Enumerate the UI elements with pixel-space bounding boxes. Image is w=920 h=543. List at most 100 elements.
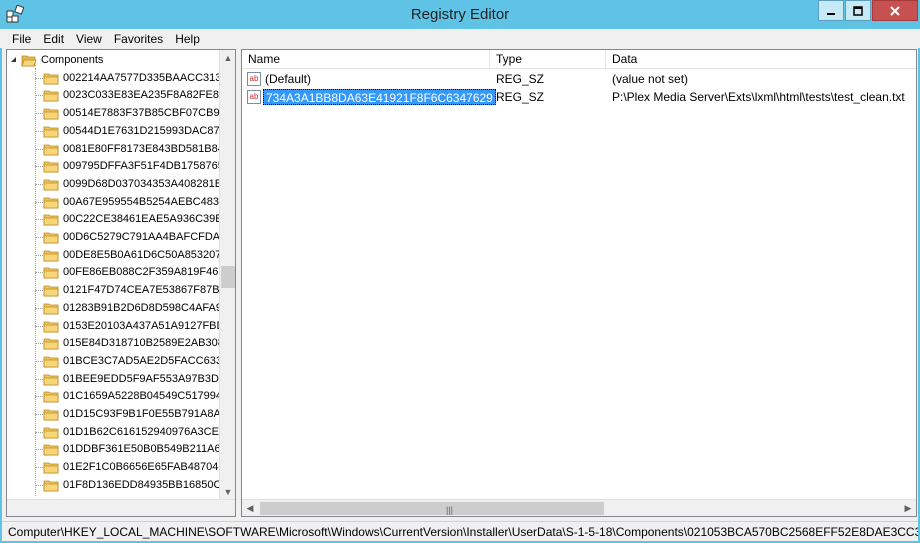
tree-item-label: 0023C033E83EA235F8A82FE8AF xyxy=(63,89,221,101)
tree-guide-line xyxy=(35,202,43,203)
menu-help[interactable]: Help xyxy=(169,32,206,46)
tree-guide-line xyxy=(35,78,43,79)
scroll-thumb[interactable]: ||| xyxy=(260,502,604,515)
tree-item-components[interactable]: Components xyxy=(7,52,221,69)
collapse-arrow-icon[interactable] xyxy=(9,55,18,64)
scroll-up-arrow-icon[interactable]: ▲ xyxy=(223,53,233,63)
menu-edit[interactable]: Edit xyxy=(37,32,70,46)
folder-icon xyxy=(43,179,59,191)
tree-item-label: 01C1659A5228B04549C5179940 xyxy=(63,390,221,402)
value-name: 734A3A1BB8DA63E41921F8F6C6347629 xyxy=(263,89,496,105)
tree-item[interactable]: 00D6C5279C791AA4BAFCFDAD xyxy=(7,229,221,246)
tree-guide-line xyxy=(35,343,43,344)
tree-item[interactable]: 00A67E959554B5254AEBC4832E xyxy=(7,194,221,211)
tree-item[interactable]: 00544D1E7631D215993DAC871F xyxy=(7,123,221,140)
tree-item[interactable]: 01C1659A5228B04549C5179940 xyxy=(7,388,221,405)
value-type: REG_SZ xyxy=(496,90,545,104)
tree-item[interactable]: 0153E20103A437A51A9127FBDD xyxy=(7,318,221,335)
registry-editor-window: Registry Editor File Edit View Favorites… xyxy=(0,0,920,543)
folder-icon xyxy=(43,197,59,209)
folder-icon xyxy=(43,338,59,350)
folder-icon xyxy=(43,73,59,85)
value-data: (value not set) xyxy=(612,72,689,86)
folder-icon xyxy=(43,480,59,492)
tree-item[interactable]: 01F8D136EDD84935BB16850C7E xyxy=(7,477,221,494)
tree-item[interactable]: 01D1B62C616152940976A3CE60 xyxy=(7,424,221,441)
column-header-data[interactable]: Data xyxy=(606,50,916,69)
status-bar-path: Computer\HKEY_LOCAL_MACHINE\SOFTWARE\Mic… xyxy=(2,521,918,541)
folder-icon xyxy=(43,427,59,439)
tree-horizontal-scrollbar[interactable] xyxy=(7,499,235,516)
tree-item[interactable]: 01E2F1C0B6656E65FAB487047F xyxy=(7,459,221,476)
tree-item[interactable]: 00FE86EB088C2F359A819F46D2 xyxy=(7,264,221,281)
tree-item[interactable]: 0081E80FF8173E843BD581B847 xyxy=(7,141,221,158)
scroll-right-arrow-icon[interactable]: ▶ xyxy=(903,503,913,513)
tree-item-label: 009795DFFA3F51F4DB17587653 xyxy=(63,160,221,172)
menu-favorites[interactable]: Favorites xyxy=(108,32,169,46)
values-list-pane[interactable]: Name Type Data ab (Default) REG_SZ (valu… xyxy=(241,49,917,517)
value-name: (Default) xyxy=(265,72,312,86)
tree-item[interactable]: 0023C033E83EA235F8A82FE8AF xyxy=(7,87,221,104)
tree-item[interactable]: 009795DFFA3F51F4DB17587653 xyxy=(7,158,221,175)
tree-item-label: 01F8D136EDD84935BB16850C7E xyxy=(63,479,221,491)
menu-file[interactable]: File xyxy=(6,32,37,46)
tree-item-label: Components xyxy=(41,54,104,66)
tree-item-label: 0153E20103A437A51A9127FBDD xyxy=(63,320,221,332)
tree-item-label: 00C22CE38461EAE5A936C39E4D xyxy=(63,213,221,225)
scroll-down-arrow-icon[interactable]: ▼ xyxy=(223,487,233,497)
tree-item[interactable]: 0121F47D74CEA7E53867F87BEF xyxy=(7,282,221,299)
tree-item-label: 01D1B62C616152940976A3CE60 xyxy=(63,426,221,438)
tree-item[interactable]: 002214AA7577D335BAACC3134 xyxy=(7,70,221,87)
key-tree-pane[interactable]: Components 002214AA7577D335BAACC3134 0023… xyxy=(6,49,236,517)
column-header-type[interactable]: Type xyxy=(490,50,606,69)
tree-item-label: 0081E80FF8173E843BD581B847 xyxy=(63,143,221,155)
tree-vertical-scrollbar[interactable]: ▲ ▼ xyxy=(219,50,235,500)
tree-item[interactable]: 01BEE9EDD5F9AF553A97B3D92 xyxy=(7,371,221,388)
list-row[interactable]: ab (Default) REG_SZ (value not set) xyxy=(242,70,916,88)
tree-item[interactable]: 00C22CE38461EAE5A936C39E4D xyxy=(7,211,221,228)
maximize-button[interactable] xyxy=(845,0,871,21)
tree-item[interactable]: 01F979962EABAF252A0AE99527 xyxy=(7,495,221,497)
folder-icon xyxy=(43,391,59,403)
folder-icon xyxy=(43,267,59,279)
tree-guide-line xyxy=(35,166,43,167)
string-value-icon: ab xyxy=(247,90,261,104)
tree-item-label: 01DDBF361E50B0B549B211A6F3 xyxy=(63,443,221,455)
scroll-left-arrow-icon[interactable]: ◀ xyxy=(245,503,255,513)
tree-guide-line xyxy=(35,485,43,486)
list-header: Name Type Data xyxy=(242,50,916,69)
list-row-selected[interactable]: ab 734A3A1BB8DA63E41921F8F6C6347629 REG_… xyxy=(242,88,916,106)
folder-icon xyxy=(43,126,59,138)
scroll-thumb[interactable] xyxy=(221,266,235,288)
minimize-button[interactable] xyxy=(818,0,844,21)
tree-item-label: 0121F47D74CEA7E53867F87BEF xyxy=(63,284,221,296)
tree-item[interactable]: 01DDBF361E50B0B549B211A6F3 xyxy=(7,441,221,458)
tree-item[interactable]: 00DE8E5B0A61D6C50A85320794 xyxy=(7,247,221,264)
tree-item[interactable]: 00514E7883F37B85CBF07CB936 xyxy=(7,105,221,122)
tree-item[interactable]: 01BCE3C7AD5AE2D5FACC6334 xyxy=(7,353,221,370)
tree-item-label: 01BEE9EDD5F9AF553A97B3D92 xyxy=(63,373,221,385)
folder-icon xyxy=(43,108,59,120)
title-bar[interactable]: Registry Editor xyxy=(0,0,920,29)
tree-item[interactable]: 015E84D318710B2589E2AB3084 xyxy=(7,335,221,352)
scroll-grip-icon: ||| xyxy=(446,505,454,515)
tree-item-label: 01D15C93F9B1F0E55B791A8AF7 xyxy=(63,408,221,420)
tree-item[interactable]: 0099D68D037034353A408281BA xyxy=(7,176,221,193)
tree-guide-line xyxy=(35,95,43,96)
tree-guide-line xyxy=(35,379,43,380)
tree-item[interactable]: 01283B91B2D6D8D598C4AFA9A xyxy=(7,300,221,317)
menu-bar: File Edit View Favorites Help xyxy=(0,29,920,48)
list-horizontal-scrollbar[interactable]: ◀ ||| ▶ xyxy=(242,499,916,516)
menu-view[interactable]: View xyxy=(70,32,108,46)
tree-item-label: 00544D1E7631D215993DAC871F xyxy=(63,125,221,137)
column-header-name[interactable]: Name xyxy=(242,50,490,69)
tree-item-label: 00FE86EB088C2F359A819F46D2 xyxy=(63,266,221,278)
tree-item[interactable]: 01D15C93F9B1F0E55B791A8AF7 xyxy=(7,406,221,423)
tree-item-label: 00DE8E5B0A61D6C50A85320794 xyxy=(63,249,221,261)
folder-icon xyxy=(43,161,59,173)
tree-item-label: 01E2F1C0B6656E65FAB487047F xyxy=(63,461,221,473)
tree-guide-line xyxy=(35,396,43,397)
close-button[interactable] xyxy=(872,0,918,21)
maximize-icon xyxy=(853,5,863,16)
folder-icon xyxy=(43,462,59,474)
